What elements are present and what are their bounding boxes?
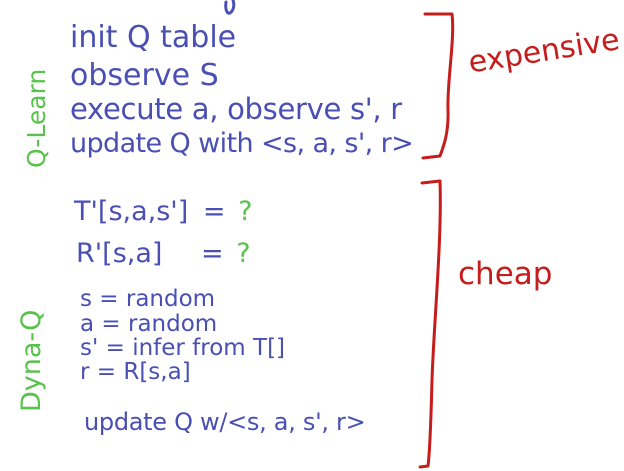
top-stroke	[224, 0, 236, 15]
dyna-line-sprime: s' = infer from T[]	[80, 335, 286, 361]
transition-model-expr: T'[s,a,s']	[74, 196, 189, 227]
cheap-bracket	[418, 179, 442, 469]
reward-model-line: R'[s,a] = ?	[76, 238, 251, 269]
qlearn-line-update: update Q with <s, a, s', r>	[70, 128, 414, 159]
transition-model-line: T'[s,a,s'] = ?	[74, 196, 252, 227]
dyna-line-s: s = random	[80, 286, 216, 312]
whiteboard-canvas: Q-Learn Dyna-Q init Q table observe S ex…	[0, 0, 624, 471]
side-label-dynaq: Dyna-Q	[16, 309, 47, 412]
qlearn-line-init: init Q table	[70, 20, 237, 55]
reward-model-question: ?	[236, 238, 251, 269]
transition-model-eq: =	[202, 196, 226, 227]
transition-model-question: ?	[238, 196, 253, 227]
dyna-line-a: a = random	[80, 311, 218, 337]
dyna-update-line: update Q w/<s, a, s', r>	[84, 408, 366, 436]
side-label-qlearn: Q-Learn	[22, 68, 51, 168]
qlearn-line-execute: execute a, observe s', r	[70, 92, 402, 126]
expensive-bracket	[421, 12, 455, 160]
qlearn-line-observe: observe S	[70, 58, 219, 93]
reward-model-expr: R'[s,a]	[76, 238, 163, 269]
annotation-cheap: cheap	[458, 256, 553, 292]
reward-model-eq: =	[201, 238, 224, 269]
dyna-line-r: r = R[s,a]	[80, 359, 191, 385]
